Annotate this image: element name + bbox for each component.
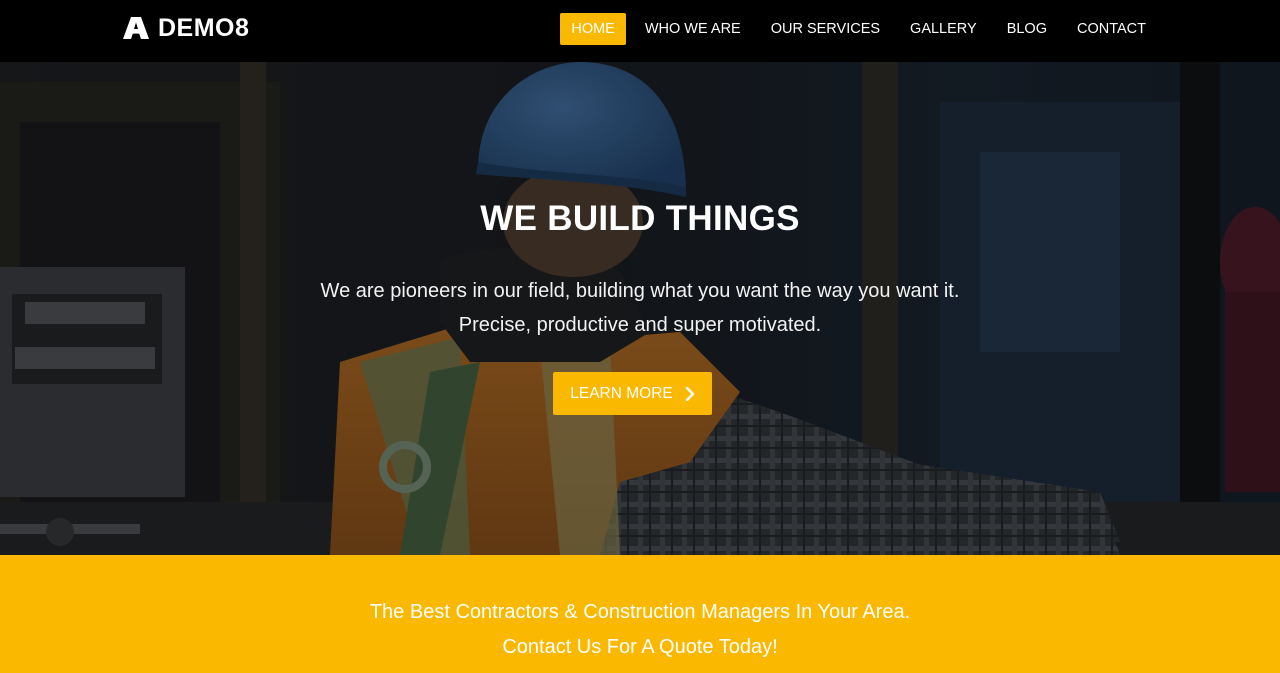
hero-subtitle-line-2: Precise, productive and super motivated. [458, 314, 822, 336]
banner-line-2: Contact Us For A Quote Today! [502, 636, 778, 658]
brand-name: DEMO8 [158, 14, 250, 42]
learn-more-button[interactable]: LEARN MORE [553, 372, 712, 415]
nav-item-gallery[interactable]: GALLERY [899, 13, 988, 45]
nav-item-home[interactable]: HOME [560, 13, 626, 45]
hero-section: WE BUILD THINGS We are pioneers in our f… [0, 62, 1280, 555]
quote-banner: The Best Contractors & Construction Mana… [0, 555, 1280, 673]
nav-item-blog[interactable]: BLOG [996, 13, 1058, 45]
hero-title: WE BUILD THINGS [480, 199, 800, 238]
nav-item-who-we-are[interactable]: WHO WE ARE [634, 13, 752, 45]
logo-triangle-icon [123, 17, 149, 39]
nav-item-contact[interactable]: CONTACT [1066, 13, 1157, 45]
banner-line-1: The Best Contractors & Construction Mana… [369, 601, 911, 623]
hero-subtitle-line-1: We are pioneers in our field, building w… [320, 280, 960, 302]
learn-more-label: LEARN MORE [570, 384, 673, 402]
main-nav: HOME WHO WE ARE OUR SERVICES GALLERY BLO… [552, 13, 1157, 45]
nav-item-our-services[interactable]: OUR SERVICES [760, 13, 891, 45]
site-header: DEMO8 HOME WHO WE ARE OUR SERVICES GALLE… [0, 0, 1280, 62]
brand-logo[interactable]: DEMO8 [123, 13, 249, 43]
hero-dim-overlay [0, 62, 1280, 555]
chevron-right-icon [685, 386, 695, 401]
